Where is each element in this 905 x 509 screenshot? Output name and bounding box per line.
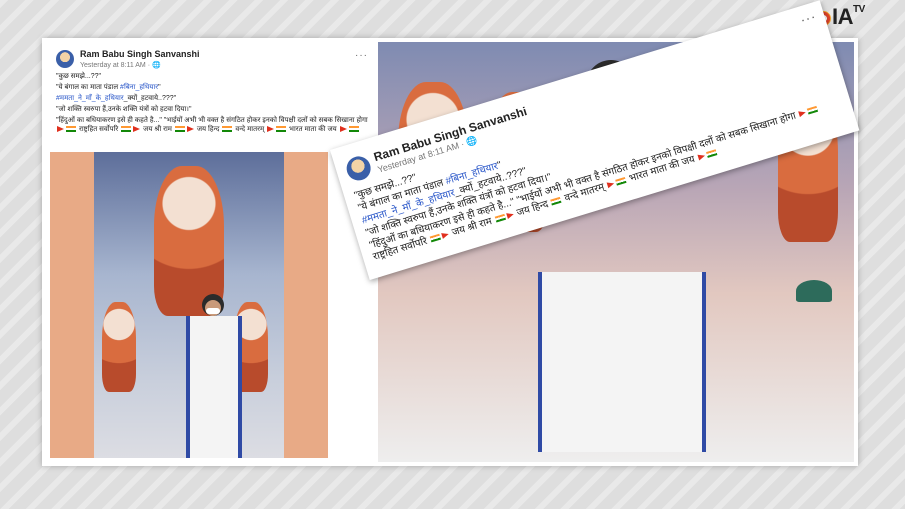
india-flag-icon (807, 106, 819, 115)
pandal-backdrop (94, 152, 284, 458)
red-flag-icon (267, 126, 275, 133)
hashtag-link[interactable]: #बिना_हथियार (120, 84, 158, 91)
india-flag-icon (276, 126, 287, 133)
avatar[interactable] (56, 50, 74, 68)
white-saree (538, 272, 706, 452)
red-flag-icon (339, 126, 347, 133)
red-flag-icon (441, 231, 450, 240)
red-flag-icon (798, 109, 807, 118)
post-author[interactable]: Ram Babu Singh Sanvanshi (80, 49, 200, 59)
post-line: "ये बंगाल का माता पंडाल #बिना_हथियार" (56, 84, 161, 91)
post-line: "हिंदुओं का बधियाकरण इसे ही कहते है..." … (56, 117, 368, 133)
post-line: "जो शक्ति स्वरुपा हैं,उनके शक्ति यंत्रों… (56, 106, 192, 113)
post-body: "कुछ समझे...??" "ये बंगाल का माता पंडाल … (56, 72, 372, 136)
india-flag-icon (348, 126, 359, 133)
globe-icon: 🌐 (464, 134, 479, 148)
more-options-icon[interactable]: ··· (355, 50, 368, 61)
india-flag-icon (550, 197, 563, 206)
post-timestamp[interactable]: Yesterday at 8:11 AM · 🌐 (80, 61, 161, 69)
india-flag-icon (494, 214, 506, 223)
post-line: "कुछ समझे...??" (56, 73, 102, 80)
india-flag-icon (174, 126, 185, 133)
white-saree (186, 316, 242, 458)
idol (102, 302, 136, 392)
red-flag-icon (186, 126, 194, 133)
post-photo[interactable] (50, 152, 328, 458)
india-flag-icon (615, 177, 627, 186)
peacock-figure (796, 280, 832, 302)
india-flag-icon (429, 234, 442, 243)
india-flag-icon (705, 149, 718, 159)
post-line: #ममता_ने_माँ_के_हथियार_क्यों_हटवाये..???… (56, 95, 177, 102)
india-flag-icon (121, 126, 132, 133)
avatar[interactable] (343, 153, 374, 184)
india-flag-icon (66, 126, 76, 133)
red-flag-icon (57, 126, 64, 133)
hashtag-link[interactable]: #ममता_ने_माँ_के_हथियार (56, 95, 124, 102)
red-flag-icon (505, 211, 515, 220)
red-flag-icon (697, 153, 706, 161)
globe-icon: 🌐 (152, 62, 161, 69)
india-flag-icon (222, 126, 233, 133)
red-flag-icon (606, 180, 616, 189)
more-options-icon[interactable]: ··· (798, 8, 818, 27)
red-flag-icon (133, 126, 141, 133)
face-mask (206, 308, 220, 314)
